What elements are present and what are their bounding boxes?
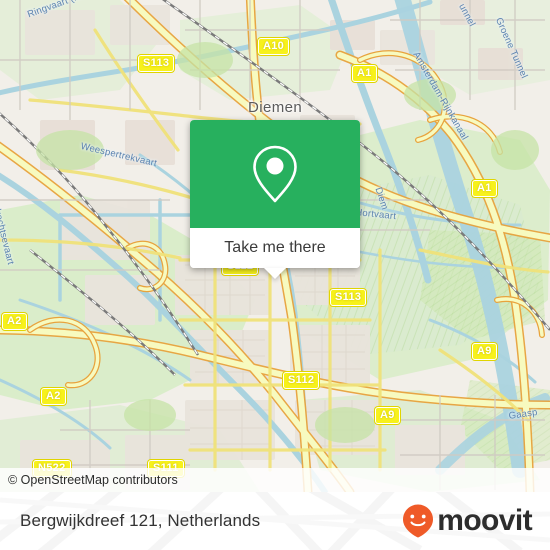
road-shield: A1 <box>472 180 497 197</box>
popup-icon-panel <box>190 120 360 228</box>
moovit-pin-icon <box>403 504 434 538</box>
location-popup-card[interactable]: Take me there <box>190 120 360 279</box>
road-shield: S113 <box>330 289 367 306</box>
road-shield: S112 <box>283 372 320 389</box>
map-pin-icon <box>253 145 297 203</box>
road-shield: A9 <box>472 343 497 360</box>
map-canvas[interactable]: Diemen Ringvaart (No Amsterdam-Rijnkanaa… <box>0 0 550 492</box>
take-me-there-label: Take me there <box>224 239 326 256</box>
map-attribution-bar: © OpenStreetMap contributors <box>0 468 550 492</box>
popup-pointer-tail <box>264 268 286 279</box>
road-shield: A2 <box>41 388 66 405</box>
road-shield: A10 <box>258 38 290 55</box>
moovit-map-screenshot: Diemen Ringvaart (No Amsterdam-Rijnkanaa… <box>0 0 550 550</box>
road-shield: S113 <box>138 55 175 72</box>
road-shield: A9 <box>375 407 400 424</box>
bottom-info-bar: Bergwijkdreef 121, Netherlands moovit <box>0 492 550 550</box>
take-me-there-button[interactable]: Take me there <box>190 228 360 268</box>
address-label: Bergwijkdreef 121, Netherlands <box>20 511 261 530</box>
road-shield: A2 <box>2 313 27 330</box>
attribution-text: © OpenStreetMap contributors <box>8 473 178 487</box>
moovit-logo: moovit <box>401 503 533 539</box>
road-shield: A1 <box>352 65 377 82</box>
moovit-wordmark: moovit <box>437 504 532 537</box>
